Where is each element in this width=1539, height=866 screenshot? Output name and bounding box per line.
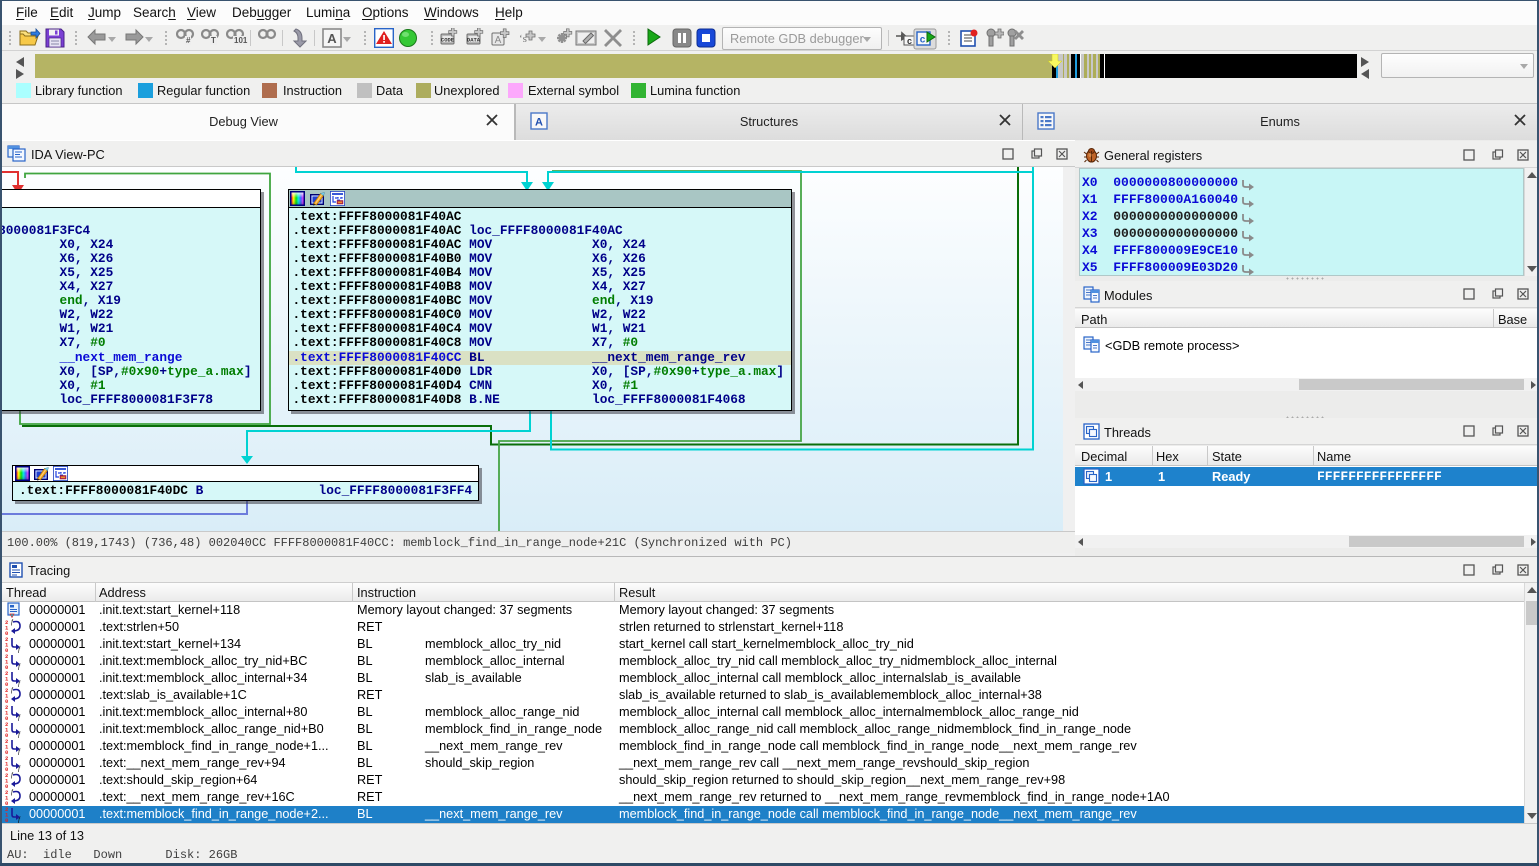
svg-text:f: f bbox=[18, 680, 21, 687]
svg-text:f: f bbox=[18, 765, 21, 772]
svg-text:A: A bbox=[327, 31, 337, 46]
svg-text:c: c bbox=[920, 35, 926, 46]
svg-text:f: f bbox=[18, 663, 21, 670]
svg-text:f: f bbox=[18, 748, 21, 755]
svg-text:f: f bbox=[18, 816, 21, 823]
svg-text:f: f bbox=[18, 714, 21, 721]
svg-text:DATA: DATA bbox=[467, 37, 481, 44]
svg-text:f: f bbox=[18, 646, 21, 653]
svg-text:f: f bbox=[18, 731, 21, 738]
svg-text:CODE: CODE bbox=[441, 37, 455, 44]
svg-text:c: c bbox=[907, 36, 912, 46]
svg-text:A: A bbox=[495, 35, 502, 46]
